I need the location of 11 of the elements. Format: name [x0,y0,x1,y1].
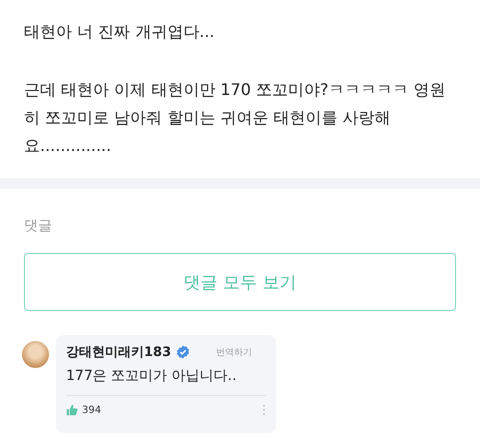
thumbs-up-icon [66,404,78,416]
comments-heading: 댓글 [24,217,53,236]
translate-link[interactable]: 번역하기 [216,346,252,358]
more-options-icon[interactable] [262,404,266,416]
post-paragraph: 태현아 너 진짜 개귀엽다... [24,21,216,43]
avatar [22,341,49,368]
comment-author: 강태현미래키183 [66,344,172,361]
view-all-comments-button[interactable]: 댓글 모두 보기 [24,253,456,311]
post-paragraph: 근데 태현아 이제 태현이만 170 쪼꼬미야?ㅋㅋㅋㅋㅋ 영원히 쪼꼬미로 남아줘 할미는 귀여운 태현이를 사랑해요.............. [24,79,447,157]
comment-text: 177은 쪼꼬미가 아닙니다.. [66,367,266,396]
like-button[interactable]: 394 [66,404,102,416]
